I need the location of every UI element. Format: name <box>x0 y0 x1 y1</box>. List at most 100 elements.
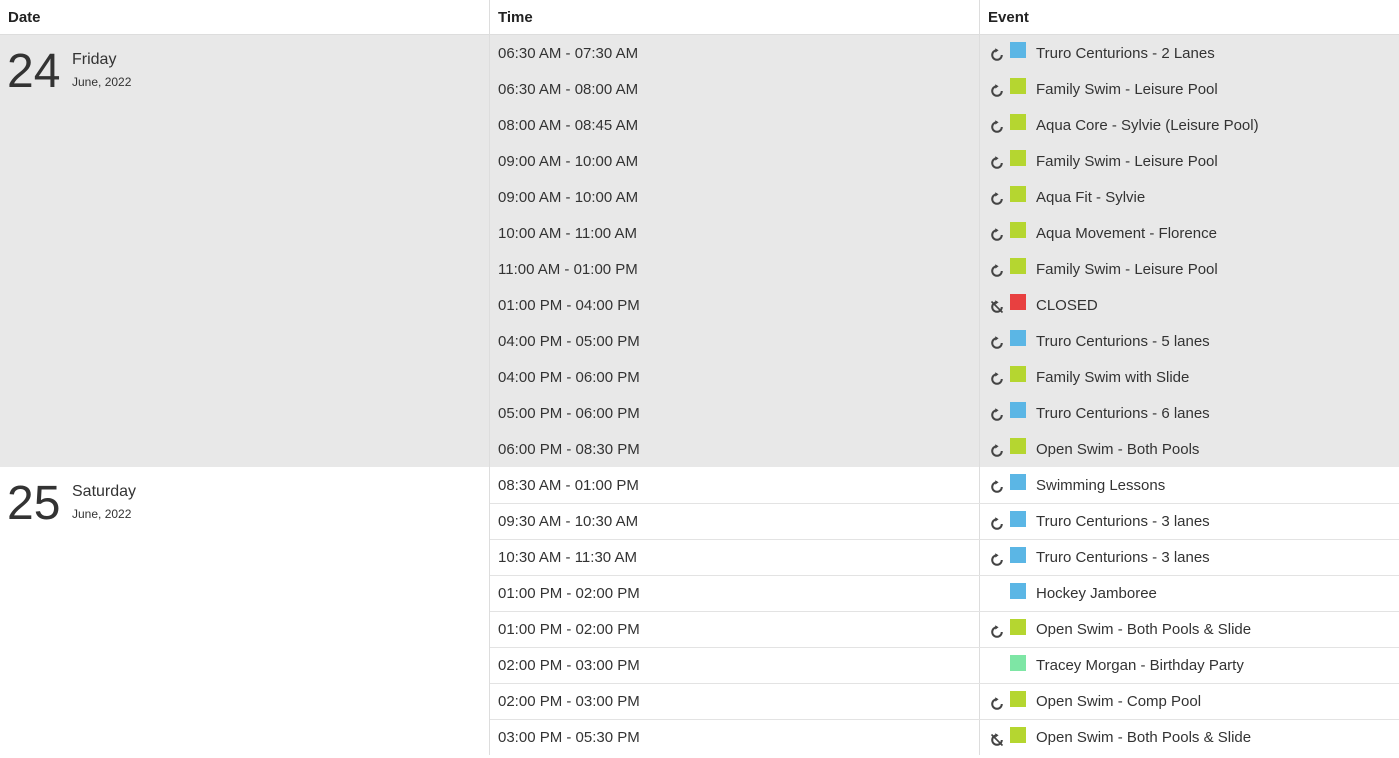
event-time: 05:00 PM - 06:00 PM <box>490 395 980 431</box>
day-number: 25 <box>7 477 61 530</box>
event-cell[interactable]: Truro Centurions - 3 lanes <box>980 504 1399 539</box>
event-row[interactable]: 11:00 AM - 01:00 PM Family Swim - Leisure… <box>490 251 1399 287</box>
recurring-icon <box>990 264 1004 278</box>
event-title[interactable]: Truro Centurions - 2 Lanes <box>1036 45 1215 62</box>
header-date: Date <box>0 0 490 34</box>
event-time: 09:00 AM - 10:00 AM <box>490 143 980 179</box>
event-time: 01:00 PM - 02:00 PM <box>490 576 980 611</box>
event-cell[interactable]: Aqua Core - Sylvie (Leisure Pool) <box>980 107 1399 143</box>
category-color-swatch <box>1010 582 1026 599</box>
event-row[interactable]: 10:00 AM - 11:00 AM Aqua Movement - Flore… <box>490 215 1399 251</box>
event-title[interactable]: Open Swim - Comp Pool <box>1036 693 1201 710</box>
day-number: 24 <box>7 45 61 98</box>
event-cell[interactable]: Aqua Movement - Florence <box>980 215 1399 251</box>
event-title[interactable]: Open Swim - Both Pools & Slide <box>1036 621 1251 638</box>
event-row[interactable]: 09:00 AM - 10:00 AM Aqua Fit - Sylvie <box>490 179 1399 215</box>
category-color-swatch <box>1010 294 1026 310</box>
icon-spacer <box>990 659 1004 673</box>
recurring-icon <box>990 444 1004 458</box>
recurring-icon <box>990 480 1004 494</box>
category-color-swatch <box>1010 258 1026 274</box>
category-color-swatch <box>1010 114 1026 130</box>
event-title[interactable]: CLOSED <box>1036 297 1098 314</box>
category-color-swatch <box>1010 654 1026 671</box>
recurring-icon <box>990 48 1004 62</box>
event-row[interactable]: 06:30 AM - 07:30 AM Truro Centurions - 2 … <box>490 35 1399 71</box>
category-color-swatch <box>1010 546 1026 563</box>
date-cell: 24 Friday June, 2022 <box>0 35 490 467</box>
event-title[interactable]: Family Swim with Slide <box>1036 369 1189 386</box>
event-title[interactable]: Truro Centurions - 3 lanes <box>1036 549 1210 566</box>
event-title[interactable]: Tracey Morgan - Birthday Party <box>1036 657 1244 674</box>
event-cell[interactable]: Open Swim - Comp Pool <box>980 684 1399 719</box>
event-title[interactable]: Swimming Lessons <box>1036 477 1165 494</box>
event-time: 09:00 AM - 10:00 AM <box>490 179 980 215</box>
event-cell[interactable]: Truro Centurions - 5 lanes <box>980 323 1399 359</box>
event-row[interactable]: 01:00 PM - 02:00 PM Open Swim - Both Pool… <box>490 611 1399 647</box>
event-cell[interactable]: Family Swim - Leisure Pool <box>980 251 1399 287</box>
event-title[interactable]: Open Swim - Both Pools <box>1036 441 1199 458</box>
event-time: 09:30 AM - 10:30 AM <box>490 504 980 539</box>
recurring-icon <box>990 624 1004 639</box>
event-cell[interactable]: CLOSED <box>980 287 1399 323</box>
event-cell[interactable]: Open Swim - Both Pools <box>980 431 1399 467</box>
event-cell[interactable]: Tracey Morgan - Birthday Party <box>980 648 1399 683</box>
event-row[interactable]: 03:00 PM - 05:30 PM Open Swim - Both Pool… <box>490 719 1399 755</box>
event-title[interactable]: Open Swim - Both Pools & Slide <box>1036 729 1251 746</box>
event-cell[interactable]: Family Swim - Leisure Pool <box>980 143 1399 179</box>
category-color-swatch <box>1010 222 1026 238</box>
event-row[interactable]: 04:00 PM - 05:00 PM Truro Centurions - 5 … <box>490 323 1399 359</box>
event-title[interactable]: Family Swim - Leisure Pool <box>1036 81 1218 98</box>
event-cell[interactable]: Swimming Lessons <box>980 467 1399 503</box>
recurring-icon <box>990 84 1004 98</box>
event-time: 04:00 PM - 06:00 PM <box>490 359 980 395</box>
event-row[interactable]: 01:00 PM - 04:00 PM CLOSED <box>490 287 1399 323</box>
event-title[interactable]: Aqua Fit - Sylvie <box>1036 189 1145 206</box>
schedule-body: 24 Friday June, 2022 06:30 AM - 07:30 AM Tru… <box>0 35 1399 755</box>
recurring-icon <box>990 192 1004 206</box>
recurring-icon <box>990 372 1004 386</box>
event-time: 01:00 PM - 04:00 PM <box>490 287 980 323</box>
recurring-icon <box>990 552 1004 567</box>
event-title[interactable]: Family Swim - Leisure Pool <box>1036 153 1218 170</box>
recurring-off-icon <box>990 732 1004 747</box>
event-cell[interactable]: Hockey Jamboree <box>980 576 1399 611</box>
event-cell[interactable]: Open Swim - Both Pools & Slide <box>980 720 1399 755</box>
event-row[interactable]: 02:00 PM - 03:00 PM Open Swim - Comp Pool <box>490 683 1399 719</box>
event-row[interactable]: 06:00 PM - 08:30 PM Open Swim - Both Pool… <box>490 431 1399 467</box>
event-row[interactable]: 08:00 AM - 08:45 AM Aqua Core - Sylvie (L… <box>490 107 1399 143</box>
event-row[interactable]: 09:00 AM - 10:00 AM Family Swim - Leisure… <box>490 143 1399 179</box>
event-cell[interactable]: Truro Centurions - 2 Lanes <box>980 35 1399 71</box>
recurring-icon <box>990 516 1004 531</box>
category-color-swatch <box>1010 366 1026 382</box>
event-cell[interactable]: Truro Centurions - 3 lanes <box>980 540 1399 575</box>
event-title[interactable]: Truro Centurions - 5 lanes <box>1036 333 1210 350</box>
event-time: 02:00 PM - 03:00 PM <box>490 648 980 683</box>
event-cell[interactable]: Family Swim with Slide <box>980 359 1399 395</box>
event-row[interactable]: 08:30 AM - 01:00 PM Swimming Lessons <box>490 467 1399 503</box>
category-color-swatch <box>1010 690 1026 707</box>
event-cell[interactable]: Truro Centurions - 6 lanes <box>980 395 1399 431</box>
event-row[interactable]: 06:30 AM - 08:00 AM Family Swim - Leisure… <box>490 71 1399 107</box>
recurring-icon <box>990 336 1004 350</box>
event-row[interactable]: 02:00 PM - 03:00 PM Tracey Morgan - Birth… <box>490 647 1399 683</box>
event-title[interactable]: Hockey Jamboree <box>1036 585 1157 602</box>
event-title[interactable]: Truro Centurions - 6 lanes <box>1036 405 1210 422</box>
event-cell[interactable]: Open Swim - Both Pools & Slide <box>980 612 1399 647</box>
event-title[interactable]: Aqua Movement - Florence <box>1036 225 1217 242</box>
event-title[interactable]: Truro Centurions - 3 lanes <box>1036 513 1210 530</box>
event-row[interactable]: 05:00 PM - 06:00 PM Truro Centurions - 6 … <box>490 395 1399 431</box>
event-time: 08:00 AM - 08:45 AM <box>490 107 980 143</box>
event-row[interactable]: 10:30 AM - 11:30 AM Truro Centurions - 3 … <box>490 539 1399 575</box>
category-color-swatch <box>1010 474 1026 490</box>
day-weekday: Saturday <box>72 483 137 500</box>
event-row[interactable]: 04:00 PM - 06:00 PM Family Swim with Slid… <box>490 359 1399 395</box>
category-color-swatch <box>1010 402 1026 418</box>
event-row[interactable]: 09:30 AM - 10:30 AM Truro Centurions - 3 … <box>490 503 1399 539</box>
event-cell[interactable]: Family Swim - Leisure Pool <box>980 71 1399 107</box>
event-title[interactable]: Family Swim - Leisure Pool <box>1036 261 1218 278</box>
event-time: 01:00 PM - 02:00 PM <box>490 612 980 647</box>
event-title[interactable]: Aqua Core - Sylvie (Leisure Pool) <box>1036 117 1259 134</box>
event-row[interactable]: 01:00 PM - 02:00 PM Hockey Jamboree <box>490 575 1399 611</box>
event-cell[interactable]: Aqua Fit - Sylvie <box>980 179 1399 215</box>
